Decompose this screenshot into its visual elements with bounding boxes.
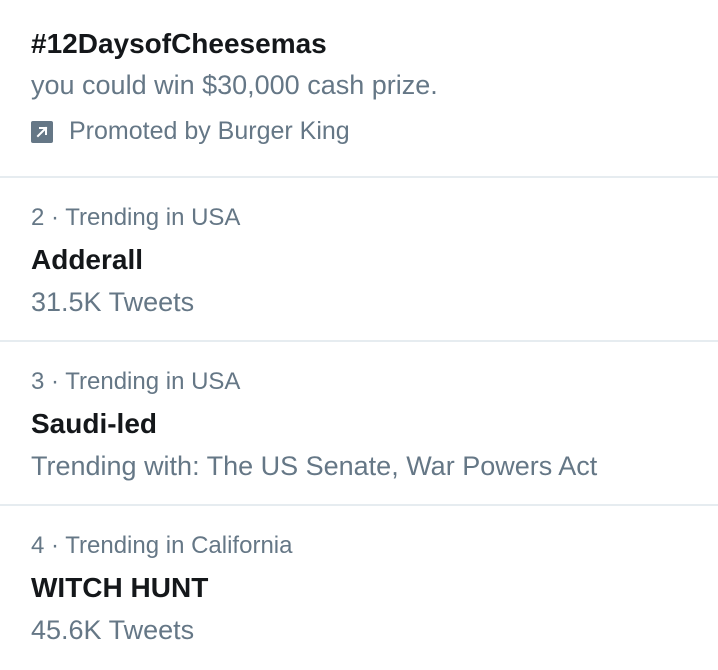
trend-item[interactable]: 3 · Trending in USA Saudi-led Trending w… bbox=[0, 342, 718, 506]
trend-name: Saudi-led bbox=[31, 408, 158, 439]
trend-related: Trending with: The US Senate, War Powers… bbox=[31, 451, 598, 481]
promoted-by-line: Promoted by Burger King bbox=[31, 119, 350, 144]
trend-name: #12DaysofCheesemas bbox=[31, 28, 327, 59]
trends-list: #12DaysofCheesemas you could win $30,000… bbox=[0, 0, 718, 670]
trend-description: you could win $30,000 cash prize. bbox=[31, 70, 438, 100]
trend-item[interactable]: 2 · Trending in USA Adderall 31.5K Tweet… bbox=[0, 178, 718, 342]
trend-tweet-count: 31.5K Tweets bbox=[31, 287, 195, 317]
trend-item[interactable]: 4 · Trending in California WITCH HUNT 45… bbox=[0, 506, 718, 670]
trend-name: WITCH HUNT bbox=[31, 572, 209, 603]
promoted-trend-item[interactable]: #12DaysofCheesemas you could win $30,000… bbox=[0, 0, 718, 178]
trend-name: Adderall bbox=[31, 244, 144, 275]
trend-context: 4 · Trending in California bbox=[31, 532, 293, 559]
trend-tweet-count: 45.6K Tweets bbox=[31, 615, 195, 645]
trend-context: 3 · Trending in USA bbox=[31, 368, 241, 395]
trend-context: 2 · Trending in USA bbox=[31, 204, 241, 231]
promoted-arrow-icon bbox=[31, 120, 53, 143]
promoted-by-label: Promoted by Burger King bbox=[69, 117, 350, 145]
